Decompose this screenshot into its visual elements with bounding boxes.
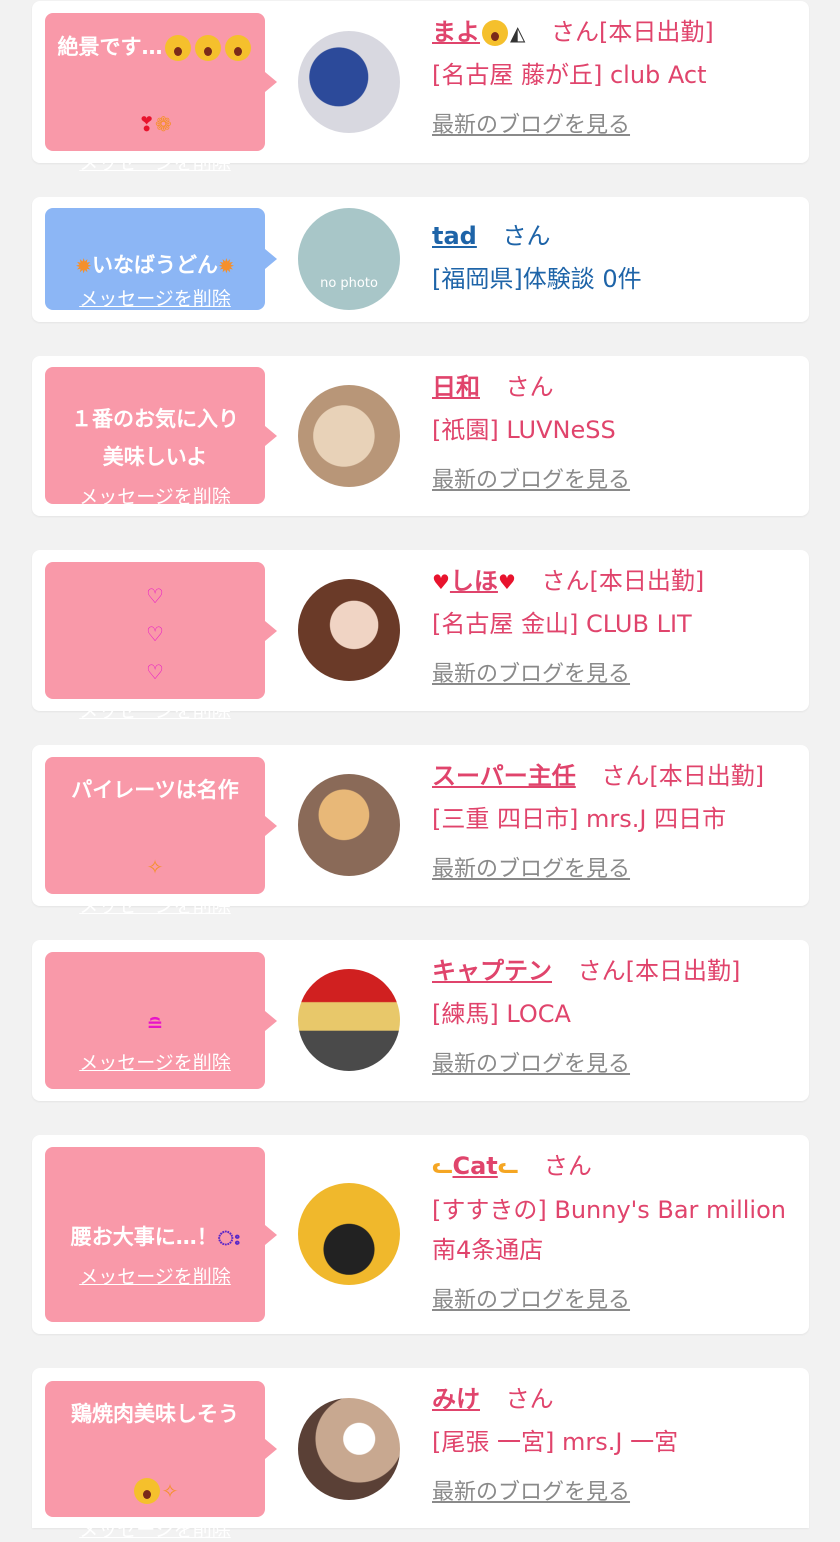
user-name-link[interactable]: みけ: [432, 1385, 480, 1413]
list-item: ♡ ♡ ♡ メッセージを削除 ♥しほ♥ さん[本日出勤] [名古屋 金山] CL…: [32, 550, 809, 722]
drooling-face-icon: [133, 1477, 160, 1504]
latest-blog-link[interactable]: 最新のブログを見る: [432, 462, 793, 494]
message-text: 鶏焼肉美味しそう ✧: [71, 1401, 239, 1504]
message-bubble: ≘ メッセージを削除: [45, 952, 277, 1089]
hearts-icon: ❣: [138, 111, 155, 136]
avatar[interactable]: [298, 1398, 400, 1500]
shop-label: [尾張 一宮] mrs.J 一宮: [432, 1428, 679, 1456]
status-suffix: さん: [505, 373, 554, 401]
shop-label: [三重 四日市] mrs.J 四日市: [432, 805, 727, 833]
avatar[interactable]: [298, 1183, 400, 1285]
drooling-face-icon: [194, 34, 221, 61]
drooling-face-icon: [164, 34, 191, 61]
latest-blog-link[interactable]: 最新のブログを見る: [432, 1282, 793, 1314]
shop-label: [名古屋 金山] CLUB LIT: [432, 610, 692, 638]
shop-label: [練馬] LOCA: [432, 1000, 571, 1028]
avatar[interactable]: [298, 385, 400, 487]
no-photo-label: no photo: [320, 276, 378, 291]
status-suffix: さん[本日出勤]: [577, 957, 741, 985]
list-item: ✹いなばうどん✹ メッセージを削除 no photo tad さん [福岡県]体…: [32, 197, 809, 322]
list-item: ≘ メッセージを削除 キャプテン さん[本日出勤] [練馬] LOCA 最新のブ…: [32, 940, 809, 1101]
heart-arrow-icon: ♥: [497, 570, 516, 594]
status-suffix: さん[本日出勤]: [541, 567, 705, 595]
sun-icon: ✹: [75, 253, 92, 278]
favorites-list: 絶景です… ❣❁ メッセージを削除 まよ ◭ さん[本日出勤] [名古屋 藤が丘]…: [0, 0, 840, 1541]
message-text: パイレーツは名作 ✧: [71, 778, 239, 879]
heart-eyes-icon: ♡: [146, 622, 164, 646]
list-item: 鶏焼肉美味しそう ✧ メッセージを削除 みけ さん [尾張 一宮] mrs.J …: [32, 1368, 809, 1541]
delete-message-link[interactable]: メッセージを削除: [79, 1262, 231, 1289]
shop-label: [祇園] LUVNeSS: [432, 416, 616, 444]
list-item: パイレーツは名作 ✧ メッセージを削除 スーパー主任 さん[本日出勤] [三重 …: [32, 745, 809, 917]
onigiri-icon: ◭: [510, 21, 526, 45]
status-suffix: さん[本日出勤]: [551, 18, 714, 46]
message-bubble: 腰お大事に…！ഃ メッセージを削除: [45, 1147, 277, 1322]
user-name-link[interactable]: スーパー主任: [432, 762, 576, 790]
sparkle-icon: ✧: [161, 1478, 179, 1503]
heart-arrow-icon: ♥: [432, 570, 450, 594]
message-bubble: ♡ ♡ ♡ メッセージを削除: [45, 562, 277, 722]
sparkle-icon: ✧: [146, 855, 164, 879]
user-name-link[interactable]: まよ ◭: [432, 18, 525, 46]
shop-label-line2: 南4条通店: [432, 1236, 544, 1264]
avatar[interactable]: [298, 579, 400, 681]
status-suffix: さん[本日出勤]: [601, 762, 765, 790]
message-text: ♡ ♡ ♡: [146, 538, 164, 690]
avatar[interactable]: [298, 31, 400, 133]
latest-blog-link[interactable]: 最新のブログを見る: [432, 107, 793, 139]
latest-blog-link[interactable]: 最新のブログを見る: [432, 851, 793, 883]
message-bubble: 鶏焼肉美味しそう ✧ メッセージを削除: [45, 1381, 277, 1541]
delete-message-link[interactable]: メッセージを削除: [79, 1515, 231, 1542]
avatar[interactable]: no photo: [298, 208, 400, 310]
status-suffix: さん: [543, 1152, 592, 1180]
list-item: １番のお気に入り 美味しいよ メッセージを削除 日和 さん [祇園] LUVNe…: [32, 356, 809, 516]
delete-message-link[interactable]: メッセージを削除: [79, 284, 231, 311]
latest-blog-link[interactable]: 最新のブログを見る: [432, 1474, 793, 1506]
heart-eyes-icon: ♡: [146, 584, 164, 608]
delete-message-link[interactable]: メッセージを削除: [79, 148, 231, 175]
list-item: 腰お大事に…！ഃ メッセージを削除 ᓚCatᓚ さん [すすきの] Bunny'…: [32, 1135, 809, 1334]
message-bubble: １番のお気に入り 美味しいよ メッセージを削除: [45, 367, 277, 508]
shop-label: [すすきの] Bunny's Bar million: [432, 1196, 786, 1224]
list-item: 絶景です… ❣❁ メッセージを削除 まよ ◭ さん[本日出勤] [名古屋 藤が丘]…: [32, 1, 809, 174]
message-text: ≘: [147, 966, 164, 1042]
shop-label: [福岡県]体験談 0件: [432, 265, 642, 293]
heart-eyes-icon: ♡: [146, 660, 164, 684]
smile-face-icon: ≘: [146, 1012, 164, 1036]
status-suffix: さん: [505, 1385, 554, 1413]
sun-icon: ✹: [218, 253, 235, 278]
message-text: 絶景です… ❣❁: [58, 0, 253, 142]
user-name-link[interactable]: 日和: [432, 373, 480, 401]
cat-face-icon: ᓚ: [497, 1154, 519, 1179]
message-text: 腰お大事に…！ഃ: [70, 1225, 240, 1250]
message-bubble: パイレーツは名作 ✧ メッセージを削除: [45, 757, 277, 917]
delete-message-link[interactable]: メッセージを削除: [79, 482, 231, 509]
status-suffix: さん: [502, 222, 551, 250]
avatar[interactable]: [298, 774, 400, 876]
user-name-link[interactable]: ᓚCatᓚ: [432, 1152, 518, 1180]
drooling-face-icon: [224, 34, 251, 61]
user-name-link[interactable]: ♥しほ♥: [432, 567, 516, 595]
latest-blog-link[interactable]: 最新のブログを見る: [432, 1046, 793, 1078]
drooling-face-icon: [482, 20, 508, 46]
message-text: ✹いなばうどん✹: [75, 252, 235, 278]
user-name-link[interactable]: キャプテン: [432, 957, 552, 985]
delete-message-link[interactable]: メッセージを削除: [79, 696, 231, 723]
message-bubble: ✹いなばうどん✹ メッセージを削除: [45, 208, 277, 311]
message-text: １番のお気に入り 美味しいよ: [71, 407, 239, 469]
delete-message-link[interactable]: メッセージを削除: [79, 891, 231, 918]
delete-message-link[interactable]: メッセージを削除: [79, 1048, 231, 1075]
latest-blog-link[interactable]: 最新のブログを見る: [432, 656, 793, 688]
avatar[interactable]: [298, 969, 400, 1071]
shop-label: [名古屋 藤が丘] club Act: [432, 61, 707, 89]
message-bubble: 絶景です… ❣❁ メッセージを削除: [45, 13, 277, 174]
crying-face-icon: ഃ: [217, 1226, 240, 1250]
cat-face-icon: ᓚ: [432, 1154, 453, 1179]
candy-icon: ❁: [155, 111, 172, 136]
user-name-link[interactable]: tad: [432, 222, 477, 250]
